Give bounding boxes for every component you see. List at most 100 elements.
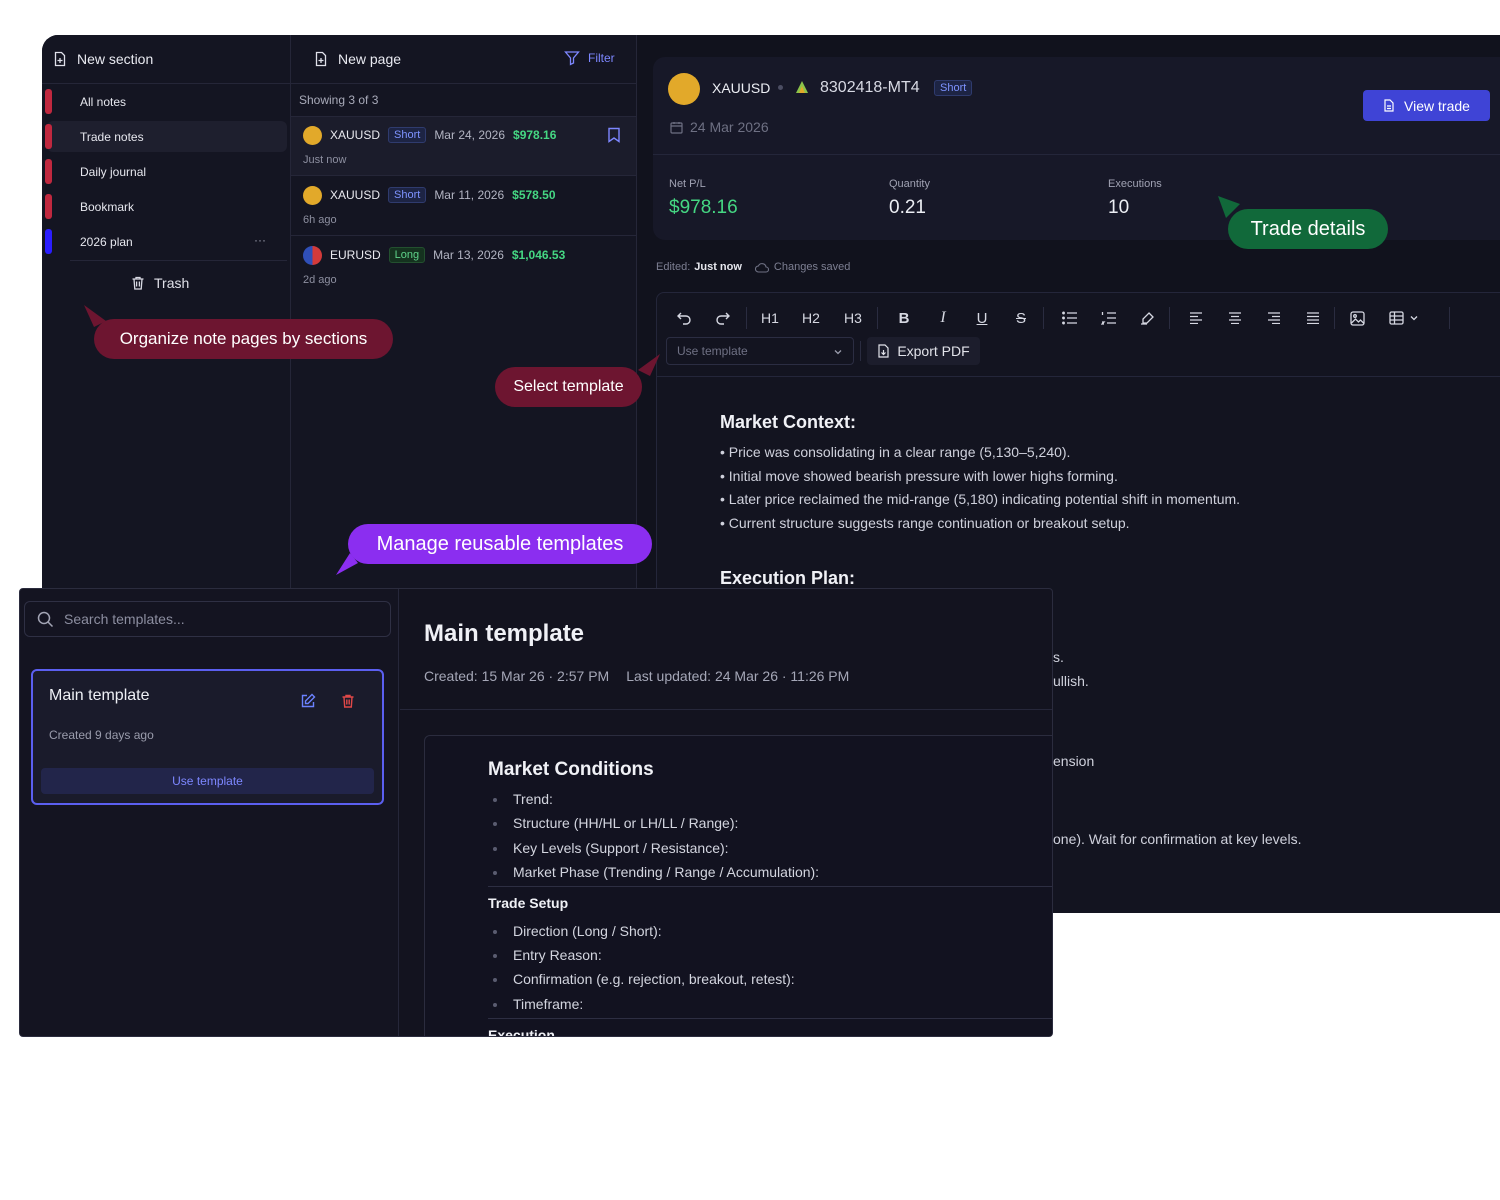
strikethrough-button[interactable]: S — [1010, 307, 1032, 329]
gold-icon — [303, 125, 322, 145]
numbered-list-button[interactable] — [1098, 307, 1120, 329]
separator-dot — [778, 85, 783, 90]
stat-net-pl: Net P/L $978.16 — [669, 178, 738, 219]
italic-button[interactable]: I — [932, 307, 954, 329]
section-color-bar — [45, 89, 52, 114]
section-color-bar — [45, 159, 52, 184]
undo-button[interactable] — [673, 307, 695, 329]
template-divider — [488, 1018, 1052, 1019]
highlighter-icon — [1141, 312, 1154, 325]
section-item-bookmark[interactable]: Bookmark — [42, 191, 287, 222]
template-select-label: Use template — [677, 344, 748, 358]
note-date: Mar 24, 2026 — [434, 128, 506, 142]
delete-icon[interactable] — [341, 693, 355, 709]
callout-trade-details: Trade details — [1228, 209, 1388, 249]
template-list-item: Confirmation (e.g. rejection, breakout, … — [493, 971, 795, 987]
template-list-item: Trend: — [493, 791, 553, 807]
execution-plan-heading: Execution Plan: — [720, 568, 856, 588]
template-created: Created: 15 Mar 26 · 2:57 PM — [424, 668, 610, 684]
note-row-1[interactable]: XAUUSD Short Mar 24, 2026 $978.16 Just n… — [291, 117, 636, 176]
edited-when: Just now — [694, 261, 742, 273]
new-page-button[interactable]: New page — [338, 51, 401, 67]
section-more-button[interactable]: ··· — [254, 233, 266, 247]
insert-image-button[interactable] — [1346, 307, 1368, 329]
heading-3-button[interactable]: H3 — [839, 307, 867, 329]
trade-symbol: XAUUSD — [712, 80, 771, 96]
note-date: Mar 13, 2026 — [433, 248, 504, 262]
execution-heading: Execution — [488, 1027, 555, 1037]
trade-account: 8302418-MT4 — [820, 79, 920, 96]
note-symbol: XAUUSD — [330, 128, 381, 142]
toolbar-separator — [1334, 307, 1335, 329]
highlight-button[interactable] — [1137, 307, 1159, 329]
view-trade-button[interactable]: View trade — [1363, 90, 1490, 121]
template-card-main[interactable]: Main template Created 9 days ago Use tem… — [31, 669, 384, 805]
template-card-name: Main template — [49, 687, 150, 704]
note-amount: $978.16 — [513, 128, 557, 142]
bullet-list-icon — [1062, 311, 1077, 325]
callout-sections: Organize note pages by sections — [94, 319, 393, 359]
stat-quantity: Quantity 0.21 — [889, 178, 930, 219]
section-item-2026-plan[interactable]: 2026 plan ··· — [42, 226, 287, 257]
market-conditions-heading: Market Conditions — [488, 759, 654, 780]
bullet-list-button[interactable] — [1059, 307, 1081, 329]
context-line: • Later price reclaimed the mid-range (5… — [720, 491, 1241, 507]
note-row-2[interactable]: XAUUSD Short Mar 11, 2026 $578.50 6h ago — [291, 177, 636, 236]
note-time: 6h ago — [303, 214, 337, 226]
insert-table-button[interactable] — [1384, 307, 1424, 329]
toolbar-separator — [877, 307, 878, 329]
align-left-button[interactable] — [1185, 307, 1207, 329]
edit-icon[interactable] — [300, 693, 316, 709]
search-icon — [37, 611, 54, 627]
hidden-line-fragment: ension — [1053, 753, 1095, 769]
section-color-bar — [45, 229, 52, 254]
toolbar-divider — [657, 376, 1500, 377]
note-row-3[interactable]: EURUSD Long Mar 13, 2026 $1,046.53 2d ag… — [291, 237, 636, 296]
image-icon — [1349, 310, 1365, 326]
section-item-trade-notes[interactable]: Trade notes — [45, 121, 287, 152]
template-list-item: Structure (HH/HL or LH/LL / Range): — [492, 815, 739, 831]
templates-window: Search templates... Main template Create… — [19, 588, 1053, 1037]
note-summary: XAUUSD Short Mar 11, 2026 $578.50 — [303, 185, 556, 205]
underline-button[interactable]: U — [971, 307, 993, 329]
trade-card-divider — [653, 154, 1500, 155]
toolbar-separator — [1449, 307, 1450, 329]
justify-button[interactable] — [1302, 307, 1324, 329]
trade-side-badge: Short — [934, 80, 973, 96]
search-templates-input[interactable]: Search templates... — [24, 601, 391, 637]
callout-pointer — [638, 354, 660, 376]
align-left-icon — [1190, 312, 1202, 324]
redo-icon — [716, 312, 730, 325]
heading-2-button[interactable]: H2 — [797, 307, 825, 329]
table-icon — [1389, 311, 1404, 325]
sections-divider — [70, 260, 287, 261]
section-color-bar — [45, 194, 52, 219]
bold-button[interactable]: B — [893, 307, 915, 329]
toolbar-separator — [860, 341, 861, 361]
heading-1-button[interactable]: H1 — [756, 307, 784, 329]
export-pdf-button[interactable]: Export PDF — [867, 337, 980, 365]
redo-button[interactable] — [712, 307, 734, 329]
new-section-button[interactable]: New section — [42, 35, 290, 84]
section-item-all-notes[interactable]: All notes — [42, 86, 287, 117]
stat-label: Executions — [1108, 178, 1162, 190]
align-right-button[interactable] — [1263, 307, 1285, 329]
toolbar-separator — [1169, 307, 1170, 329]
template-meta: Created: 15 Mar 26 · 2:57 PM Last update… — [424, 668, 849, 684]
trash-button[interactable]: Trash — [130, 275, 189, 291]
align-center-button[interactable] — [1224, 307, 1246, 329]
side-badge: Long — [388, 247, 426, 263]
toolbar-separator — [1043, 307, 1044, 329]
section-item-daily-journal[interactable]: Daily journal — [42, 156, 287, 187]
stat-executions: Executions 10 — [1108, 178, 1162, 219]
template-title: Main template — [424, 620, 585, 647]
bookmark-icon[interactable] — [607, 127, 621, 143]
template-divider — [488, 886, 1052, 887]
use-template-button[interactable]: Use template — [41, 768, 374, 794]
note-symbol: EURUSD — [330, 248, 381, 262]
trade-date: 24 Mar 2026 — [690, 119, 769, 135]
filter-button[interactable]: Filter — [564, 50, 615, 66]
stat-label: Quantity — [889, 178, 930, 190]
cloud-icon — [754, 262, 769, 273]
template-select[interactable]: Use template — [666, 337, 854, 365]
